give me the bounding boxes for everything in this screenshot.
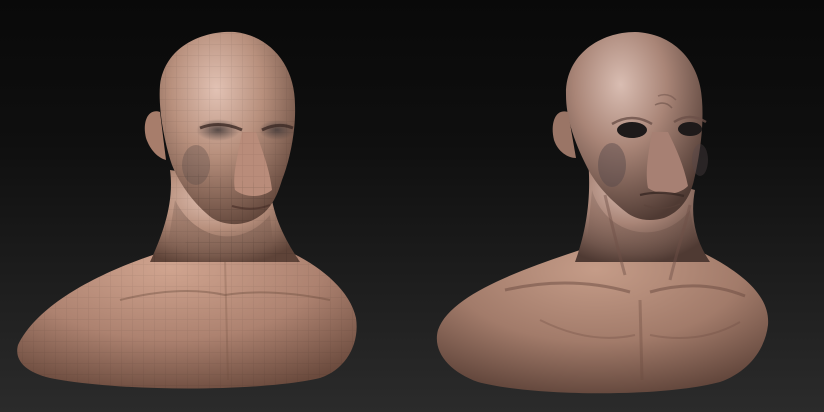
- render-viewport: [0, 0, 824, 412]
- render-canvas: [17, 31, 769, 394]
- right-bust-eye-left: [617, 122, 647, 138]
- right-bust-eye-right: [678, 122, 702, 136]
- low-poly-bust: [17, 31, 357, 389]
- sculpted-bust: [436, 32, 769, 394]
